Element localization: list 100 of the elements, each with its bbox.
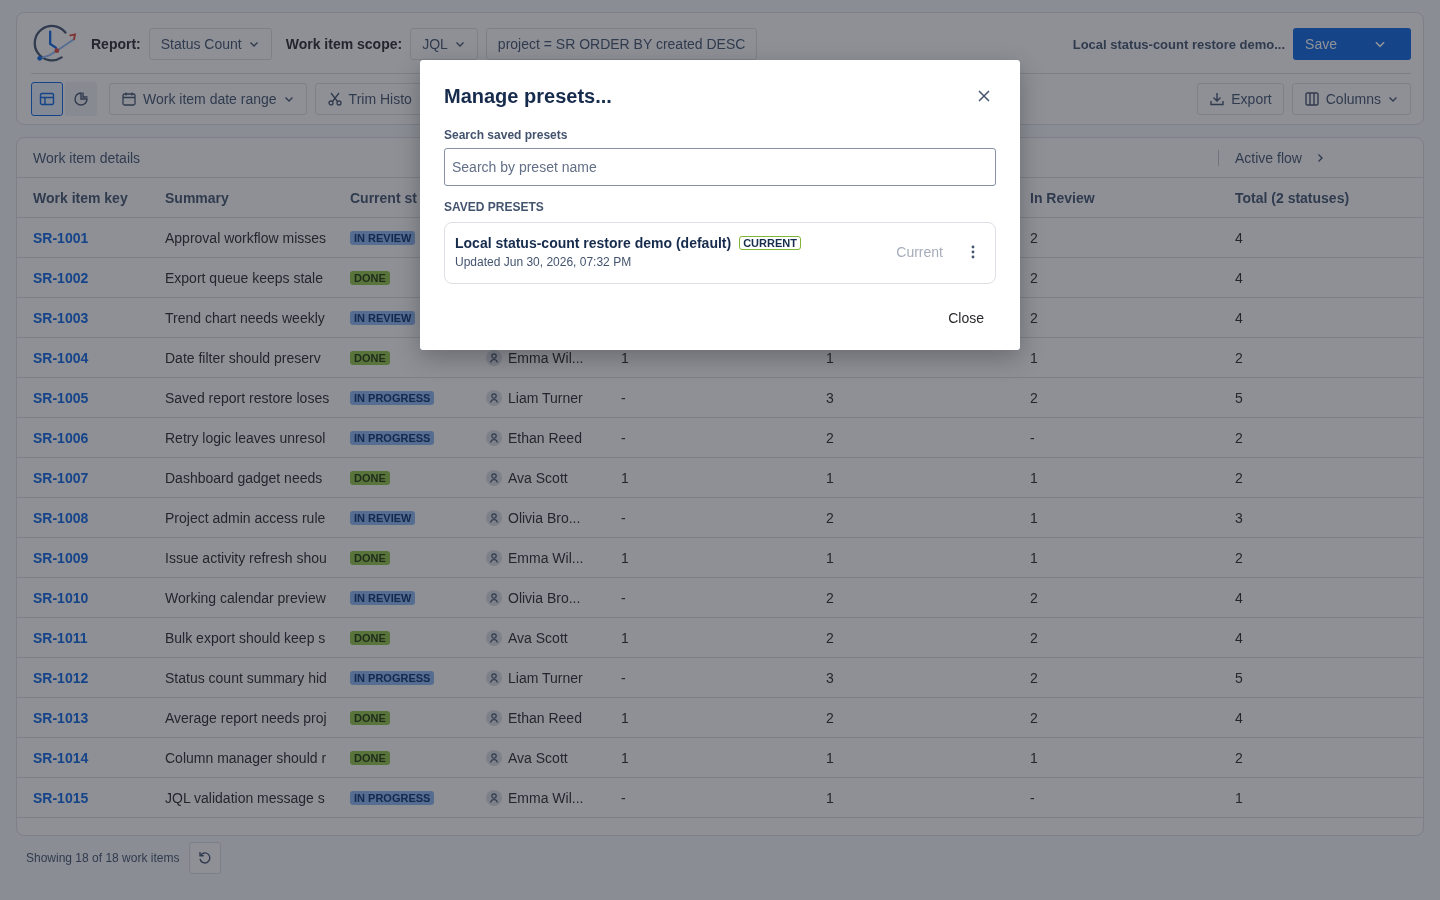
assignee-name: Liam Turner [508, 669, 583, 686]
person-avatar-icon [486, 349, 502, 366]
assignee-name: Ethan Reed [508, 709, 582, 726]
table-cell-text: Date filter should preserv [164, 349, 322, 366]
work-item-link[interactable]: SR-1001 [33, 229, 89, 246]
table-cell-text: Project admin access rule [164, 509, 327, 526]
search-label: Search saved presets [444, 128, 569, 142]
columns-icon [1303, 91, 1320, 107]
scope-dropdown[interactable]: JQL [410, 28, 478, 60]
table-cell-text: 3 [1234, 509, 1244, 526]
status-lozenge: DONE [350, 550, 390, 565]
table-cell-text: - [620, 589, 627, 606]
export-button[interactable]: Export [1197, 83, 1284, 115]
work-item-link[interactable]: SR-1002 [33, 269, 89, 286]
close-dialog-button[interactable]: Close [936, 306, 996, 330]
status-lozenge: DONE [350, 630, 390, 645]
person-avatar-icon [486, 509, 502, 526]
date-range-dropdown[interactable]: Work item date range [109, 83, 307, 115]
table-cell-text: 1 [825, 469, 835, 486]
assignee-name: Ava Scott [508, 469, 568, 486]
table-cell-text: 2 [1029, 709, 1039, 726]
table-cell-text: 2 [1029, 669, 1039, 686]
table-cell-text: - [1029, 789, 1036, 806]
table-cell-text: 1 [1029, 349, 1039, 366]
table-cell-text: 1 [1029, 749, 1039, 766]
save-split-button[interactable]: Save [1293, 28, 1411, 60]
view-toggle[interactable] [65, 82, 97, 116]
table-cell-text: 1 [620, 469, 630, 486]
work-item-link[interactable]: SR-1012 [33, 669, 89, 686]
status-lozenge: IN REVIEW [350, 510, 416, 525]
table-cell-text: 1 [620, 629, 630, 646]
status-lozenge: DONE [350, 470, 390, 485]
reset-button[interactable] [189, 842, 222, 874]
work-item-link[interactable]: SR-1005 [33, 389, 89, 406]
assignee-name: Ava Scott [508, 749, 568, 766]
table-cell-text: Export queue keeps stale [164, 269, 324, 286]
status-lozenge: IN PROGRESS [350, 790, 435, 805]
table-cell-text: Trend chart needs weekly [164, 309, 326, 326]
assignee-name: Ava Scott [508, 629, 568, 646]
status-lozenge: DONE [350, 350, 390, 365]
item-count-text: Showing 18 of 18 work items [26, 851, 180, 865]
status-lozenge: IN REVIEW [350, 230, 416, 245]
assignee-name: Olivia Bro... [508, 589, 581, 606]
work-item-link[interactable]: SR-1011 [33, 629, 88, 646]
work-item-link[interactable]: SR-1003 [33, 309, 89, 326]
person-avatar-icon [486, 709, 502, 726]
jql-query-field[interactable]: project = SR ORDER BY created DESC [485, 28, 758, 60]
table-cell-text: Bulk export should keep s [164, 629, 327, 646]
table-cell-text: - [620, 429, 627, 446]
report-dropdown[interactable]: Status Count [148, 28, 272, 60]
pie-chart-icon [73, 91, 89, 107]
table-cell-text: Working calendar preview [164, 589, 327, 606]
table-cell-text: 1 [825, 789, 835, 806]
assignee-name: Emma Wil... [508, 349, 584, 366]
table-cell-text: Approval workflow misses [164, 229, 328, 246]
table-cell-text: 3 [825, 389, 835, 406]
table-cell-text: Dashboard gadget needs [164, 469, 324, 486]
table-cell-text: 1 [1234, 789, 1244, 806]
current-badge: CURRENT [739, 236, 801, 250]
table-cell-text: 4 [1234, 309, 1244, 326]
work-item-link[interactable]: SR-1007 [33, 469, 89, 486]
table-cell-text: 2 [825, 709, 835, 726]
work-item-link[interactable]: SR-1010 [33, 589, 89, 606]
view-toggle[interactable] [31, 82, 63, 116]
person-avatar-icon [486, 789, 502, 806]
person-avatar-icon [486, 549, 502, 566]
table-cell-text: 1 [825, 549, 835, 566]
table-cell-text: 1 [620, 549, 630, 566]
work-item-link[interactable]: SR-1009 [33, 549, 89, 566]
person-avatar-icon [486, 469, 502, 486]
table-cell-text: 2 [1234, 429, 1244, 446]
table-cell-text: 3 [825, 669, 835, 686]
table-cell-text: 4 [1234, 629, 1244, 646]
work-item-link[interactable]: SR-1015 [33, 789, 89, 806]
preset-title: Local status-count restore demo (default) [455, 235, 732, 251]
table-cell-text: 2 [1234, 349, 1244, 366]
scissors-icon [326, 91, 343, 107]
table-cell-text: 2 [1234, 749, 1244, 766]
work-item-link[interactable]: SR-1004 [33, 349, 89, 366]
table-cell-text: Retry logic leaves unresol [164, 429, 327, 446]
table-cell-text: 4 [1234, 709, 1244, 726]
work-item-link[interactable]: SR-1014 [33, 749, 89, 766]
table-cell-text: 1 [620, 349, 630, 366]
table-cell-text: 2 [1029, 229, 1039, 246]
work-item-link[interactable]: SR-1006 [33, 429, 89, 446]
table-cell-text: 2 [825, 629, 835, 646]
download-icon [1209, 91, 1226, 107]
table-cell-text: 1 [825, 349, 835, 366]
column-group-header: Work item details [33, 149, 141, 166]
column-group-header: Active flow [1235, 149, 1302, 166]
work-item-link[interactable]: SR-1008 [33, 509, 89, 526]
preset-search-field[interactable]: Search by preset name [444, 148, 996, 186]
table-cell-text: 1 [620, 749, 630, 766]
columns-dropdown[interactable]: Columns [1291, 83, 1411, 115]
work-item-link[interactable]: SR-1013 [33, 709, 89, 726]
assignee-name: Olivia Bro... [508, 509, 581, 526]
table-cell-text: 1 [825, 749, 835, 766]
table-cell-text: Status count summary hid [164, 669, 328, 686]
person-avatar-icon [486, 389, 502, 406]
person-avatar-icon [486, 629, 502, 646]
